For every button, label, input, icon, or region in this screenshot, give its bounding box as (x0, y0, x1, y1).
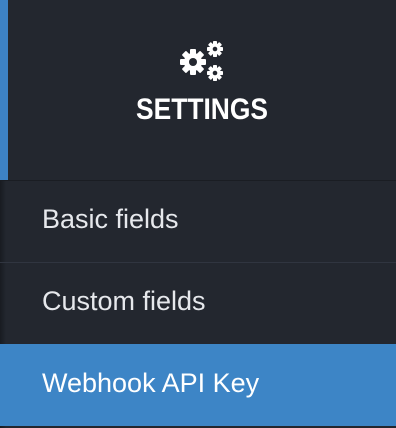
menu-item-webhook-api-key[interactable]: Webhook API Key (0, 344, 396, 426)
header-accent-bar (0, 0, 8, 180)
settings-title: SETTINGS (135, 93, 268, 126)
settings-menu: Basic fields Custom fields Webhook API K… (0, 180, 396, 426)
menu-item-label: Basic fields (42, 204, 179, 234)
menu-item-label: Custom fields (42, 286, 206, 316)
menu-item-label: Webhook API Key (42, 368, 260, 398)
settings-panel: SETTINGS Basic fields Custom fields Webh… (0, 0, 396, 428)
menu-item-basic-fields[interactable]: Basic fields (0, 180, 396, 262)
settings-header: SETTINGS (0, 0, 396, 180)
menu-item-custom-fields[interactable]: Custom fields (0, 262, 396, 344)
gears-icon (180, 41, 223, 81)
